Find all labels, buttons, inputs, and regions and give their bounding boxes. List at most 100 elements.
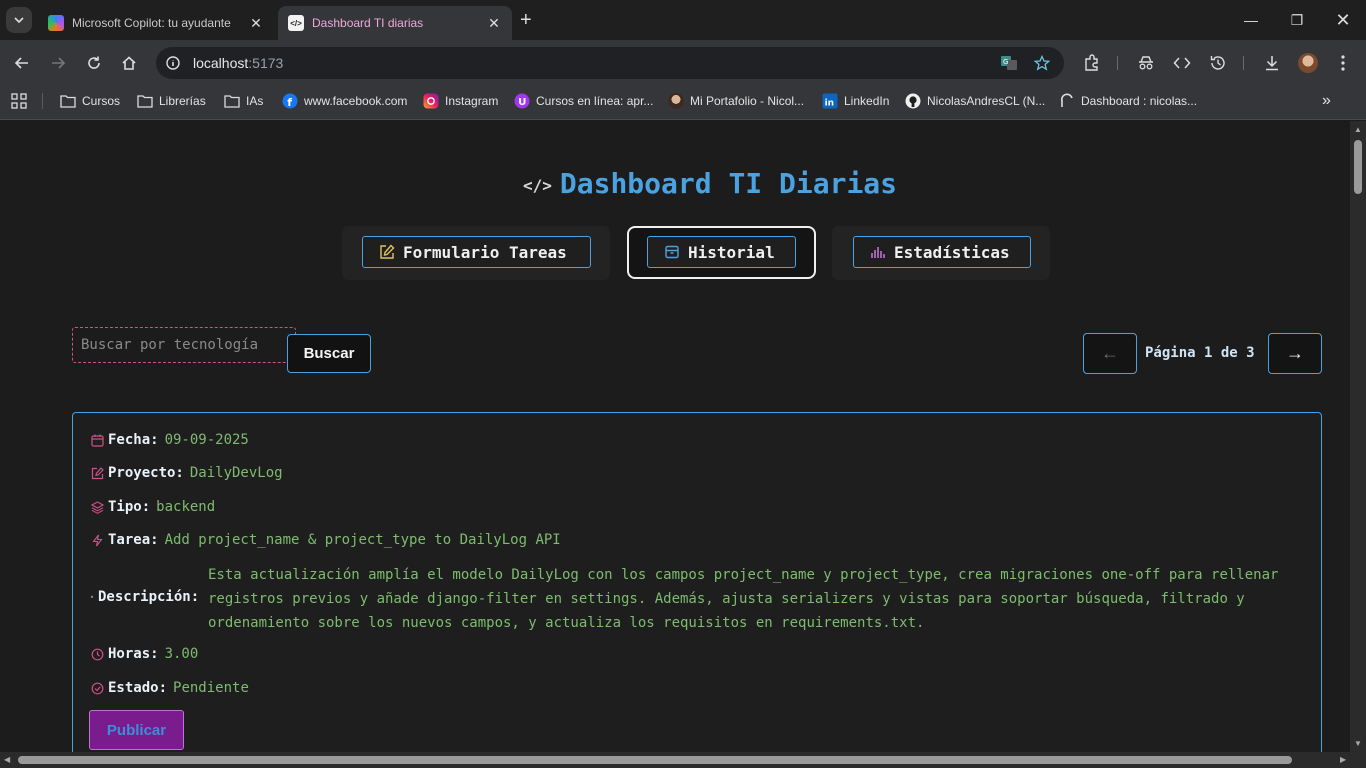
svg-text:U: U [518,97,526,108]
bookmark-label: www.facebook.com [304,94,408,108]
bookmark-librerias[interactable]: Librerías [137,91,206,111]
folder-icon [224,93,240,109]
bookmark-label: Cursos [82,94,121,108]
minimize-icon[interactable]: — [1228,0,1274,40]
site-info-icon[interactable] [162,52,184,74]
bullet-icon: • [89,592,95,602]
tab-dashboard[interactable]: </> Dashboard TI diarias ✕ [278,6,512,40]
svg-text:G: G [1003,58,1008,66]
bar-chart-icon [870,244,886,260]
layers-icon [90,500,104,514]
bookmark-star-icon[interactable] [1031,52,1053,74]
tab-title: Dashboard TI diarias [312,16,424,30]
tab-formulario-tareas[interactable]: Formulario Tareas [362,236,591,268]
incognito-icon[interactable] [1135,52,1157,74]
entry-horas: Horas: 3.00 [90,646,198,662]
folder-icon [60,93,76,109]
toolbar-divider [1117,56,1118,70]
search-button[interactable]: Buscar [287,334,371,373]
entry-tipo: Tipo: backend [90,499,215,515]
bookmarks-divider [42,93,43,109]
vertical-scroll-thumb[interactable] [1354,140,1362,194]
edit-icon [379,244,395,260]
bookmark-instagram[interactable]: Instagram [423,91,498,111]
facebook-icon: f [282,93,298,109]
reload-icon[interactable] [83,52,105,74]
bookmark-facebook[interactable]: f www.facebook.com [282,91,407,111]
bookmark-dashboard[interactable]: Dashboard : nicolas... [1059,91,1197,111]
github-icon [905,93,921,109]
bookmark-label: Mi Portafolio - Nicol... [690,94,805,108]
restore-icon[interactable]: ❐ [1274,0,1320,40]
next-page-button[interactable]: → [1268,333,1322,374]
scroll-right-icon[interactable]: ▶ [1340,755,1346,764]
bookmark-label: Librerías [159,94,206,108]
entry-descripcion: Esta actualización amplía el modelo Dail… [208,567,1279,631]
download-icon[interactable] [1261,52,1283,74]
portrait-icon [668,93,684,109]
tab-copilot[interactable]: Microsoft Copilot: tu ayudante ✕ [38,6,274,40]
bookmark-portafolio[interactable]: Mi Portafolio - Nicol... [668,91,804,111]
code-icon: </> [522,175,552,195]
page-viewport: </> Dashboard TI Diarias Formulario Tarea… [0,121,1350,752]
apps-icon[interactable] [11,91,27,111]
new-tab-icon[interactable]: + [520,9,532,32]
close-window-icon[interactable]: ✕ [1320,0,1366,40]
code-icon: </> [288,15,304,31]
scroll-down-icon[interactable]: ▼ [1354,739,1362,748]
history-icon[interactable] [1207,52,1229,74]
search-input[interactable] [72,327,296,363]
extensions-icon[interactable] [1081,52,1103,74]
svg-text:in: in [825,99,835,109]
url-text: localhost:5173 [193,55,284,71]
bookmark-label: NicolasAndresCL (N... [927,94,1046,108]
bookmark-github[interactable]: NicolasAndresCL (N... [905,91,1045,111]
bookmark-label: IAs [246,94,264,108]
devtools-icon[interactable] [1171,52,1193,74]
udemy-icon: U [514,93,530,109]
render-icon [1059,93,1075,109]
prev-page-button[interactable]: ← [1083,333,1137,374]
avatar[interactable] [1297,52,1319,74]
tab-title: Microsoft Copilot: tu ayudante [72,16,231,30]
edit-icon [90,466,104,480]
address-bar[interactable] [156,47,1064,79]
back-icon[interactable] [11,52,33,74]
calendar-icon [90,433,104,447]
close-icon[interactable]: ✕ [486,15,502,32]
chevron-down-icon [14,17,24,24]
archive-icon [664,244,680,260]
entry-proyecto: Proyecto: DailyDevLog [90,465,283,481]
bookmark-label: Dashboard : nicolas... [1081,94,1198,108]
instagram-icon [423,93,439,109]
horizontal-scroll-thumb[interactable] [18,756,1292,764]
pagination-text: Página 1 de 3 [1145,345,1255,361]
close-icon[interactable]: ✕ [248,15,264,32]
home-icon[interactable] [118,52,140,74]
more-bookmarks-icon[interactable]: » [1322,91,1331,111]
page-title: </> Dashboard TI Diarias [522,167,898,200]
vertical-scrollbar[interactable] [1350,121,1366,752]
check-circle-icon [90,681,104,695]
toolbar-divider [1243,56,1244,70]
clock-icon [90,647,104,661]
bookmark-label: LinkedIn [844,94,890,108]
translate-icon[interactable]: G [998,52,1020,74]
bookmark-linkedin[interactable]: in LinkedIn [822,91,889,111]
entry-fecha: Fecha: 09-09-2025 [90,432,249,448]
forward-icon[interactable] [47,52,69,74]
entry-tarea: Tarea: Add project_name & project_type to… [90,532,561,548]
scroll-up-icon[interactable]: ▲ [1354,125,1362,134]
bookmark-cursos[interactable]: Cursos [60,91,120,111]
scroll-left-icon[interactable]: ◀ [4,755,10,764]
menu-icon[interactable] [1332,52,1354,74]
copilot-icon [48,15,64,31]
lightning-icon [90,533,104,547]
bookmark-ias[interactable]: IAs [224,91,263,111]
tab-historial[interactable]: Historial [647,236,796,268]
tab-estadisticas[interactable]: Estadísticas [853,236,1031,268]
svg-text:f: f [287,96,292,109]
publish-button[interactable]: Publicar [89,710,184,750]
tab-search-button[interactable] [6,7,32,33]
bookmark-udemy[interactable]: U Cursos en línea: apr... [514,91,653,111]
